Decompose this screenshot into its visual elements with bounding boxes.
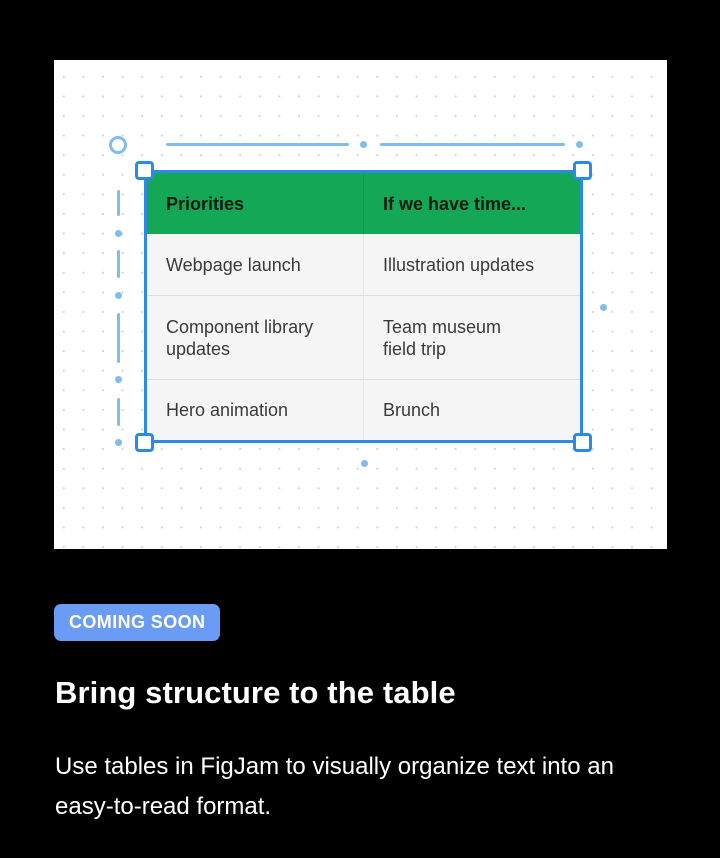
table-cell[interactable]: Brunch	[363, 380, 580, 440]
row-guide-line	[117, 313, 120, 363]
column-guide-line	[166, 143, 349, 146]
column-guide-line	[380, 143, 565, 146]
coming-soon-badge: COMING SOON	[54, 604, 221, 641]
row-guide-dot	[115, 376, 122, 383]
column-guide-dot	[360, 141, 367, 148]
guide-dot	[600, 304, 607, 311]
table-cell[interactable]: Illustration updates	[363, 234, 580, 296]
resize-handle-top-right[interactable]	[573, 161, 592, 180]
row-guide-line	[117, 398, 120, 426]
table-cell[interactable]: Team museum field trip	[363, 296, 580, 380]
feature-heading: Bring structure to the table	[55, 675, 456, 710]
table-cell[interactable]: Component library updates	[147, 296, 363, 380]
row-guide-line	[117, 190, 120, 216]
column-guide-dot	[576, 141, 583, 148]
rotate-handle-icon	[109, 136, 127, 154]
table-header-cell[interactable]: Priorities	[147, 173, 363, 234]
feature-description: Use tables in FigJam to visually organiz…	[55, 753, 614, 820]
table-cell[interactable]: Webpage launch	[147, 234, 363, 296]
table-cell[interactable]: Hero animation	[147, 380, 363, 440]
figjam-table[interactable]: Priorities If we have time... Webpage la…	[144, 170, 583, 443]
table-header-cell[interactable]: If we have time...	[363, 173, 580, 234]
row-guide-line	[117, 250, 120, 278]
resize-handle-bottom-left[interactable]	[135, 433, 154, 452]
resize-handle-top-left[interactable]	[135, 161, 154, 180]
resize-handle-bottom-right[interactable]	[573, 433, 592, 452]
row-guide-dot	[115, 230, 122, 237]
guide-dot	[361, 460, 368, 467]
row-guide-dot	[115, 439, 122, 446]
row-guide-dot	[115, 292, 122, 299]
